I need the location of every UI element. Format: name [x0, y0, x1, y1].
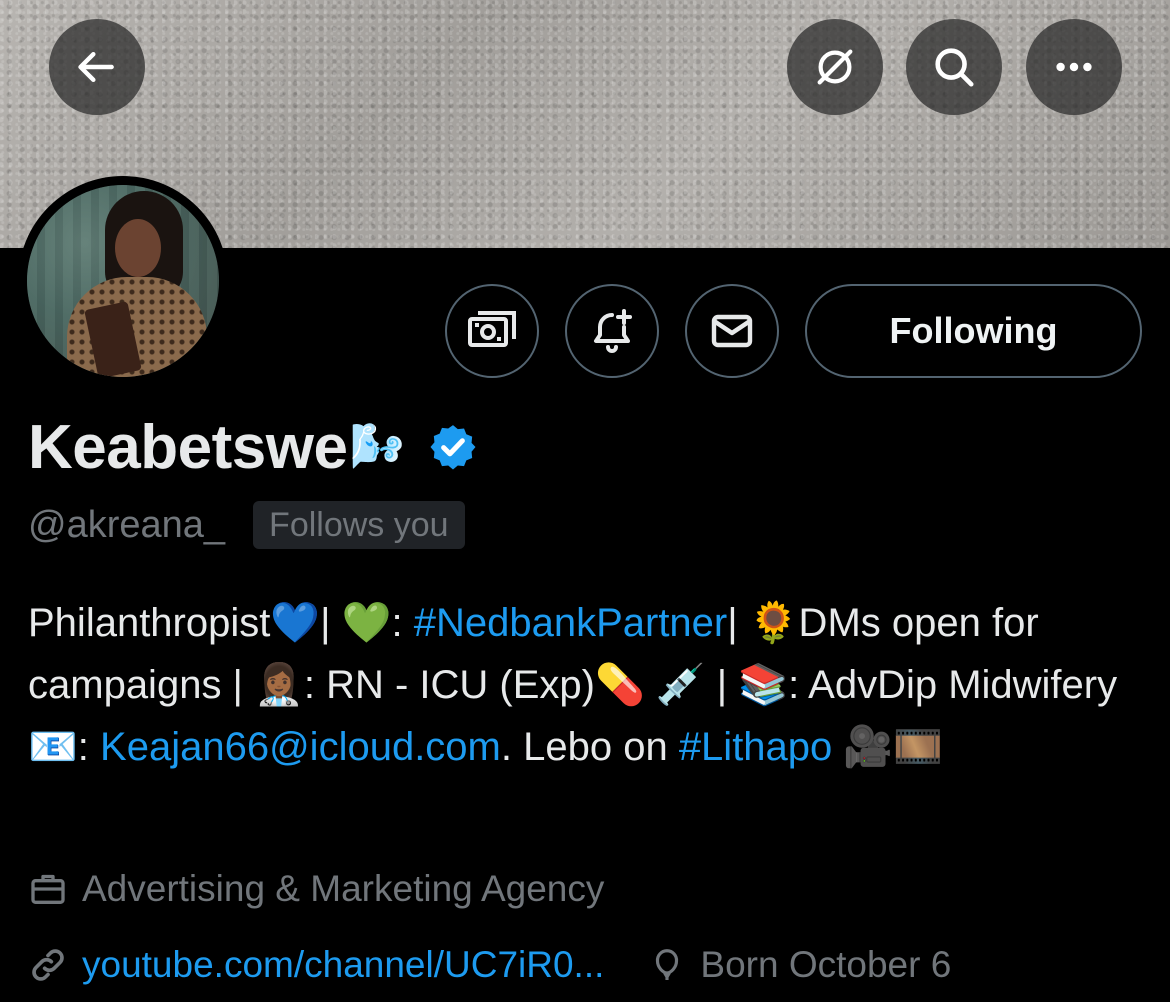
link-icon [28, 945, 68, 985]
bell-plus-icon [594, 309, 632, 353]
arrow-left-icon [78, 51, 114, 83]
email-link[interactable]: Keajan66@icloud.com [100, 725, 501, 769]
profile-category: Advertising & Marketing Agency [82, 868, 605, 909]
search-button[interactable] [906, 19, 1002, 115]
search-icon [935, 48, 974, 87]
bio-text: . Lebo on [500, 725, 679, 769]
balloon-icon [648, 945, 686, 985]
notify-button[interactable] [565, 284, 659, 378]
more-button[interactable] [1026, 19, 1122, 115]
profile-page: Following Keabetswe 🌬️ @akreana_ Follows… [0, 0, 1170, 1002]
bio-text: 🎥🎞️ [832, 725, 944, 769]
briefcase-icon [28, 869, 68, 909]
following-button[interactable]: Following [805, 284, 1142, 378]
avatar-photo [27, 185, 219, 377]
user-handle: @akreana_ [28, 503, 226, 546]
handle-row: @akreana_ Follows you [28, 500, 465, 550]
wind-emoji: 🌬️ [349, 422, 405, 471]
link-row: youtube.com/channel/UC7iR0... Born Octob… [28, 940, 951, 990]
more-horizontal-icon [1056, 62, 1092, 72]
slashed-circle-icon [817, 49, 853, 85]
profile-name-row: Keabetswe 🌬️ [28, 410, 478, 484]
hashtag-link[interactable]: #Lithapo [679, 725, 832, 769]
profile-bio: Philanthropist💙| 💚: #NedbankPartner| 🌻DM… [28, 592, 1148, 778]
birthday-text: Born October 6 [700, 944, 952, 985]
birthday: Born October 6 [648, 944, 951, 986]
money-icon [468, 311, 516, 347]
tip-button[interactable] [445, 284, 539, 378]
website-link[interactable]: youtube.com/channel/UC7iR0... [82, 944, 604, 986]
hashtag-link[interactable]: #NedbankPartner [414, 601, 728, 645]
message-button[interactable] [685, 284, 779, 378]
display-name: Keabetswe [28, 412, 348, 482]
verified-badge-icon[interactable] [428, 422, 478, 472]
avatar[interactable] [18, 176, 228, 386]
grok-button[interactable] [787, 19, 883, 115]
follows-you-badge: Follows you [253, 501, 465, 549]
bio-text: Philanthropist💙| 💚: [28, 601, 414, 645]
back-button[interactable] [49, 19, 145, 115]
mail-icon [711, 314, 753, 348]
category-row: Advertising & Marketing Agency [28, 864, 604, 914]
